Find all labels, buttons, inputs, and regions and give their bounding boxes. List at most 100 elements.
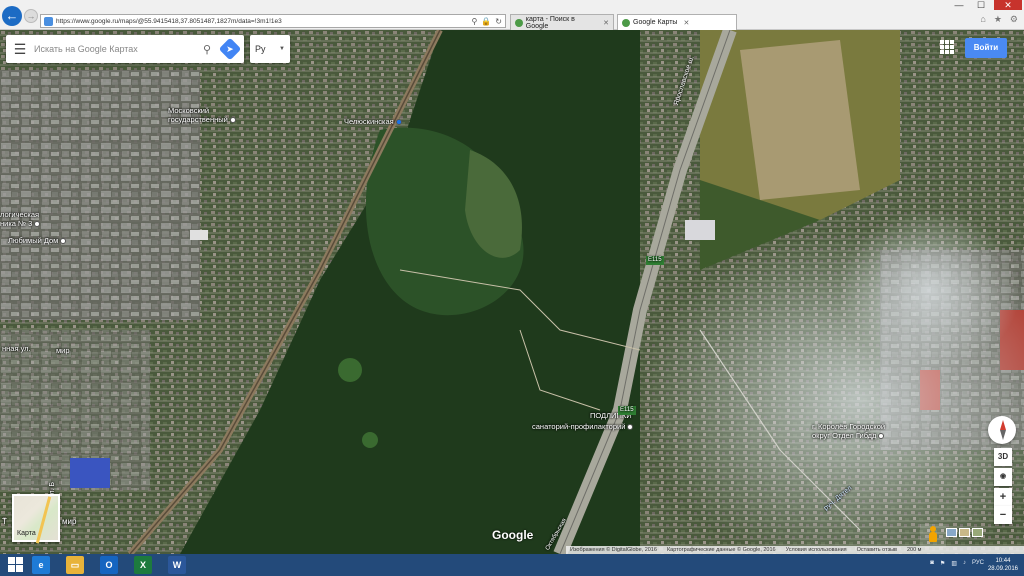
minimize-button[interactable]: — <box>948 0 970 10</box>
tab-label: Google Карты <box>633 19 678 26</box>
label-ter: Т <box>2 517 7 526</box>
satellite-map[interactable]: Московский государственный Челюскинская … <box>0 30 1024 554</box>
tab-close-icon[interactable]: ✕ <box>683 19 689 27</box>
lock-icon[interactable]: 🔒 <box>481 17 491 26</box>
tab-maps[interactable]: Google Карты ✕ <box>617 14 737 30</box>
search-input[interactable] <box>34 44 196 54</box>
tab-close-icon[interactable]: ✕ <box>603 19 609 27</box>
tray-language[interactable]: РУС <box>972 560 984 567</box>
apps-grid-icon[interactable] <box>940 40 954 54</box>
poi-pin-icon <box>627 424 634 431</box>
language-select[interactable]: Ру ▼ <box>250 35 290 63</box>
satellite-imagery <box>0 30 1024 554</box>
minimap-road <box>35 496 52 544</box>
label-street-ul: нная ул. <box>2 344 31 353</box>
label-chelyuskinskaya[interactable]: Челюскинская <box>344 117 402 126</box>
internet-explorer-icon[interactable]: e <box>32 556 50 574</box>
label-lyubimy-dom[interactable]: Любимый Дом <box>8 236 67 245</box>
windows-start-icon[interactable] <box>8 557 24 573</box>
route-shield-text: E115 <box>620 407 634 413</box>
label-moskovsky[interactable]: Московский государственный <box>168 106 236 124</box>
imagery-attribution: Изображения © DigitalGlobe, 2016 <box>570 547 657 553</box>
zoom-in-button[interactable]: + <box>994 488 1012 506</box>
layer-thumb-icon[interactable] <box>972 528 983 537</box>
tray-volume-icon[interactable]: ♪ <box>963 560 966 567</box>
menu-hamburger-icon[interactable]: ☰ <box>6 41 34 58</box>
clock-time: 10:44 <box>995 558 1011 564</box>
3d-button[interactable]: 3D <box>994 448 1012 466</box>
label-lyubimy-dom-text: Любимый Дом <box>8 236 59 245</box>
feedback-link[interactable]: Оставить отзыв <box>857 546 897 554</box>
excel-icon[interactable]: X <box>134 556 152 574</box>
label-mir-2-text: мир <box>62 517 77 526</box>
home-icon[interactable]: ⌂ <box>980 14 985 25</box>
route-shield-text: E115 <box>648 257 662 263</box>
tray-network-icon[interactable]: ▥ <box>951 560 957 567</box>
route-shield-e115-2: E115 <box>618 406 636 415</box>
search-icon[interactable]: ⚲ <box>196 43 218 56</box>
imagery-thumbnails <box>946 528 983 537</box>
pegman-street-view-icon[interactable] <box>926 526 940 546</box>
label-sanatoriy[interactable]: санаторий-профилакторий <box>532 422 634 431</box>
label-street-ul-text: нная ул. <box>2 344 31 353</box>
outlook-icon[interactable]: O <box>100 556 118 574</box>
browser-chrome: ← → https://www.google.ru/maps/@55.94154… <box>0 0 1024 30</box>
map-type-label: Карта <box>17 530 36 537</box>
label-chelyuskinskaya-text: Челюскинская <box>344 117 394 126</box>
map-footer: Изображения © DigitalGlobe, 2016 Картогр… <box>566 546 1024 554</box>
tab-favicon-icon <box>515 18 523 27</box>
tab-search[interactable]: карта - Поиск в Google ✕ <box>510 14 614 30</box>
label-mir-2: мир <box>62 517 76 526</box>
system-tray: ◙ ⚑ ▥ ♪ РУС <box>930 560 984 567</box>
label-logicheskaya[interactable]: логическая ника № 3 <box>0 210 41 228</box>
refresh-icon[interactable]: ↻ <box>495 17 502 26</box>
tab-label: карта - Поиск в Google <box>525 15 575 30</box>
back-button[interactable]: ← <box>2 6 22 26</box>
mapdata-attribution: Картографические данные © Google, 2016 <box>666 547 776 553</box>
chevron-down-icon: ▼ <box>279 46 285 52</box>
site-favicon-icon <box>44 16 53 26</box>
label-ter-text: Т <box>2 517 7 526</box>
forward-button[interactable]: → <box>24 9 38 23</box>
poi-pin-icon <box>878 433 885 440</box>
system-clock[interactable]: 10:44 28.09.2016 <box>988 557 1018 573</box>
browser-toolbar-icons: ⌂ ★ ⚙ <box>980 14 1018 25</box>
poi-pin-icon <box>60 238 67 245</box>
directions-icon[interactable]: ➤ <box>218 37 242 61</box>
label-logicheskaya-text: логическая ника № 3 <box>0 210 40 228</box>
zoom-out-button[interactable]: − <box>994 506 1012 524</box>
poi-pin-icon <box>34 221 41 228</box>
clock-date: 28.09.2016 <box>987 566 1018 572</box>
label-sanatoriy-text: санаторий-профилакторий <box>532 422 626 431</box>
terms-link[interactable]: Условия использования <box>786 546 847 554</box>
maximize-button[interactable]: ☐ <box>970 0 992 10</box>
word-icon[interactable]: W <box>168 556 186 574</box>
tray-flag-icon[interactable]: ⚑ <box>940 560 945 567</box>
train-station-icon <box>395 119 402 126</box>
layer-thumb-icon[interactable] <box>959 528 970 537</box>
search-icon[interactable]: ⚲ <box>471 17 477 26</box>
scale-label[interactable]: 200 м <box>907 546 922 554</box>
close-button[interactable]: ✕ <box>994 0 1022 10</box>
route-shield-e115: E115 <box>646 256 664 265</box>
label-mir-text: мир <box>56 346 70 355</box>
address-url[interactable]: https://www.google.ru/maps/@55.9415418,3… <box>56 18 467 25</box>
tab-favicon-icon <box>622 18 630 27</box>
label-moskovsky-text: Московский государственный <box>168 106 228 124</box>
compass-icon[interactable] <box>988 416 1016 444</box>
google-logo: Google <box>492 528 534 542</box>
windows-taskbar: e ▭ O X W ◙ ⚑ ▥ ♪ РУС 10:44 28.09.2016 <box>0 554 1024 576</box>
label-mir: мир <box>56 346 70 355</box>
tray-outlook-icon[interactable]: ◙ <box>930 560 934 567</box>
settings-gear-icon[interactable]: ⚙ <box>1010 14 1018 25</box>
file-explorer-icon[interactable]: ▭ <box>66 556 84 574</box>
address-bar[interactable]: https://www.google.ru/maps/@55.9415418,3… <box>40 14 506 28</box>
maps-search-box: ☰ ⚲ ➤ <box>6 35 244 63</box>
label-korolev[interactable]: г. Королёв Городской округ Отдел Гибдд <box>812 422 885 440</box>
favorites-star-icon[interactable]: ★ <box>994 14 1002 25</box>
layer-thumb-icon[interactable] <box>946 528 957 537</box>
language-value: Ру <box>255 44 266 54</box>
my-location-icon[interactable]: ◉ <box>994 468 1012 486</box>
map-type-toggle[interactable]: Карта <box>12 494 60 544</box>
sign-in-button[interactable]: Войти <box>965 38 1007 58</box>
